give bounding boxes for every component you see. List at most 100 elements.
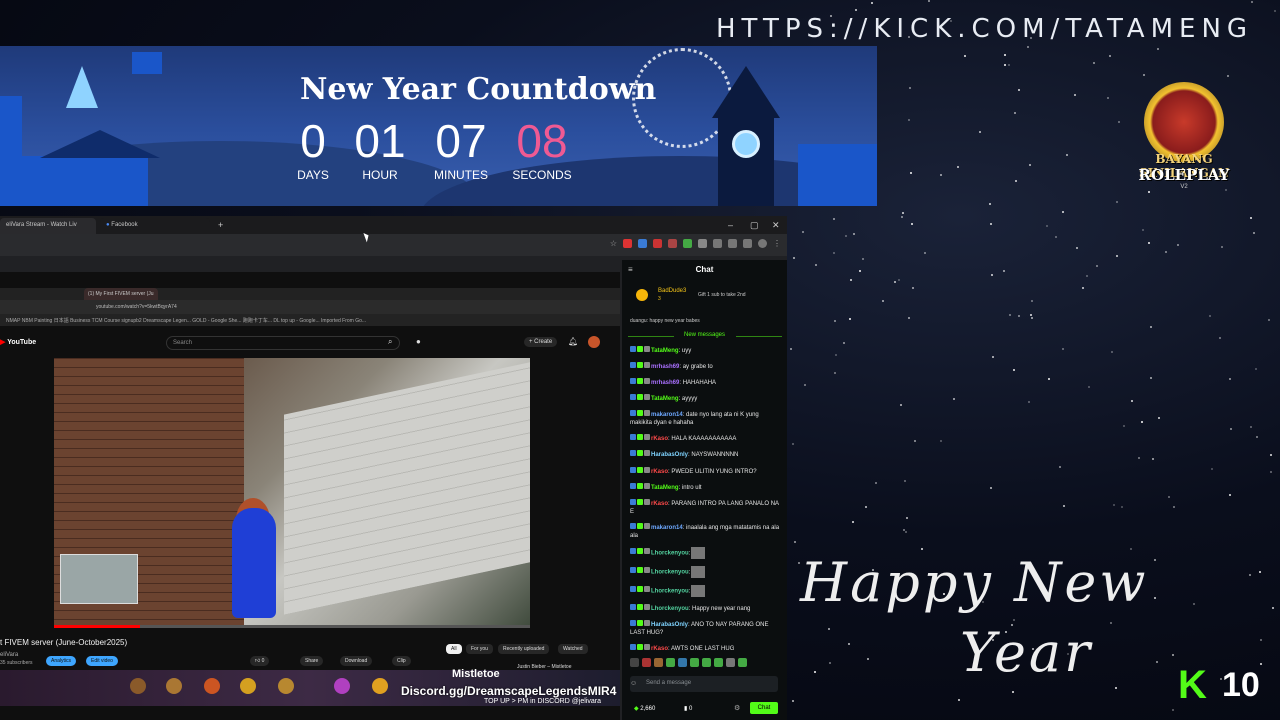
extension-icon[interactable] xyxy=(713,239,722,248)
edit-video-button[interactable]: Edit video xyxy=(86,656,118,666)
star xyxy=(911,287,914,290)
star xyxy=(907,118,910,121)
chip-recently-uploaded[interactable]: Recently uploaded xyxy=(498,644,550,654)
badge-icon xyxy=(637,450,643,457)
chat-username[interactable]: rKaso xyxy=(651,436,668,442)
chat-username[interactable]: TataMeng xyxy=(651,396,679,402)
notifications-icon[interactable]: 🔔︎ xyxy=(568,337,578,346)
emote-icon[interactable] xyxy=(690,658,699,667)
chat-username[interactable]: mrhash69 xyxy=(651,380,679,386)
taskbar-icon[interactable] xyxy=(278,678,294,694)
taskbar-icon[interactable] xyxy=(204,678,220,694)
extension-icon[interactable] xyxy=(743,239,752,248)
star xyxy=(1055,236,1058,239)
tab-facebook[interactable]: ● Facebook xyxy=(100,218,210,234)
pinned-gift-banner[interactable]: BadDude3 3 Gift 1 sub to take 2nd xyxy=(636,286,786,308)
tab-stream[interactable]: eliVara Stream - Watch Liv xyxy=(0,218,96,234)
chat-username[interactable]: makaron14 xyxy=(651,525,683,531)
taskbar-icon[interactable] xyxy=(166,678,182,694)
bookmark-star-icon[interactable]: ☆ xyxy=(610,239,617,248)
taskbar-icon[interactable] xyxy=(240,678,256,694)
download-button[interactable]: Download xyxy=(340,656,373,666)
chat-send-button[interactable]: Chat xyxy=(750,702,778,714)
address-bar[interactable]: ☆ ⋮ xyxy=(0,234,787,256)
menu-dots-icon[interactable]: ⋮ xyxy=(773,239,781,248)
emote-icon[interactable] xyxy=(726,658,735,667)
channel-name[interactable]: eliVara xyxy=(0,652,18,658)
search-icon[interactable]: ⌕ xyxy=(388,337,392,347)
chip-watched[interactable]: Watched xyxy=(558,644,588,654)
star xyxy=(1017,89,1020,92)
extension-icon[interactable] xyxy=(668,239,677,248)
clip-button[interactable]: Clip xyxy=(392,656,411,666)
emote-icon[interactable] xyxy=(678,658,687,667)
chat-username[interactable]: rKaso xyxy=(651,501,668,507)
channel-points[interactable]: ◆ 2,660 xyxy=(634,705,655,712)
new-tab-button[interactable]: + xyxy=(218,220,223,230)
nested-address-bar[interactable]: youtube.com/watch?v=5kwtBqyrA74 xyxy=(0,300,620,314)
extension-icon[interactable] xyxy=(638,239,647,248)
chat-username[interactable]: HarabasOnly xyxy=(651,622,688,628)
minimize-button[interactable]: – xyxy=(728,220,733,230)
star xyxy=(900,215,903,218)
maximize-button[interactable]: ▢ xyxy=(750,220,759,231)
divider xyxy=(736,336,782,337)
chat-username[interactable]: makaron14 xyxy=(651,412,683,418)
star xyxy=(939,173,942,176)
nested-tab[interactable]: (1) My First FIVEM server (Ju xyxy=(84,288,158,300)
video-player[interactable] xyxy=(54,358,530,628)
star xyxy=(1250,217,1253,220)
badge-icon xyxy=(644,498,650,505)
chat-username[interactable]: Lhorckenyou xyxy=(651,550,689,556)
download-icon[interactable] xyxy=(728,239,737,248)
share-button[interactable]: Share xyxy=(300,656,324,666)
star xyxy=(842,341,845,344)
youtube-search-input[interactable]: Search xyxy=(166,336,400,350)
like-button[interactable]: 👍︎ 0 xyxy=(250,656,270,666)
emoji-picker-icon[interactable]: ☺ xyxy=(630,680,637,687)
chat-username[interactable]: rKaso xyxy=(651,646,668,652)
chat-username[interactable]: TataMeng xyxy=(651,348,679,354)
chat-username[interactable]: rKaso xyxy=(651,469,668,475)
taskbar-icon[interactable] xyxy=(130,678,146,694)
profile-avatar[interactable] xyxy=(758,239,767,248)
taskbar-icon[interactable] xyxy=(372,678,388,694)
chat-username[interactable]: Lhorckenyou xyxy=(651,588,689,594)
video-progress-bar[interactable] xyxy=(54,625,530,628)
emote-icon[interactable] xyxy=(702,658,711,667)
youtube-logo[interactable]: ▶ YouTube xyxy=(0,338,36,346)
chat-username[interactable]: Lhorckenyou xyxy=(651,569,689,575)
extension-icon[interactable] xyxy=(683,239,692,248)
user-badges xyxy=(630,548,651,557)
close-button[interactable]: ✕ xyxy=(772,220,780,231)
seconds-label: SECONDS xyxy=(512,168,572,182)
extension-icon[interactable] xyxy=(623,239,632,248)
emote-icon[interactable] xyxy=(666,658,675,667)
analytics-button[interactable]: Analytics xyxy=(46,656,77,666)
chat-username[interactable]: Lhorckenyou xyxy=(651,606,689,612)
days-value: 0 xyxy=(300,115,326,167)
emote-icon[interactable] xyxy=(654,658,663,667)
taskbar-icon[interactable] xyxy=(334,678,350,694)
emote-icon[interactable] xyxy=(630,658,639,667)
new-messages-divider[interactable]: New messages xyxy=(622,332,787,338)
create-button[interactable]: + Create xyxy=(524,337,558,347)
microphone-icon[interactable]: ● xyxy=(416,337,421,346)
send-message-input[interactable]: Send a message xyxy=(630,676,778,692)
chip-all[interactable]: All xyxy=(446,644,462,654)
chat-username[interactable]: HarabasOnly xyxy=(651,453,688,459)
badge-icon xyxy=(644,434,650,441)
emote-icon[interactable] xyxy=(738,658,747,667)
emote-icon[interactable] xyxy=(642,658,651,667)
star xyxy=(952,397,955,400)
chip-for-you[interactable]: For you xyxy=(466,644,493,654)
extension-icon[interactable] xyxy=(698,239,707,248)
star xyxy=(1120,505,1123,508)
extension-icon[interactable] xyxy=(653,239,662,248)
gear-icon[interactable]: ⚙ xyxy=(734,704,740,712)
chat-username[interactable]: TataMeng xyxy=(651,485,679,491)
star xyxy=(991,355,994,358)
emote-icon[interactable] xyxy=(714,658,723,667)
avatar[interactable] xyxy=(588,336,600,348)
chat-username[interactable]: mrhash69 xyxy=(651,364,679,370)
